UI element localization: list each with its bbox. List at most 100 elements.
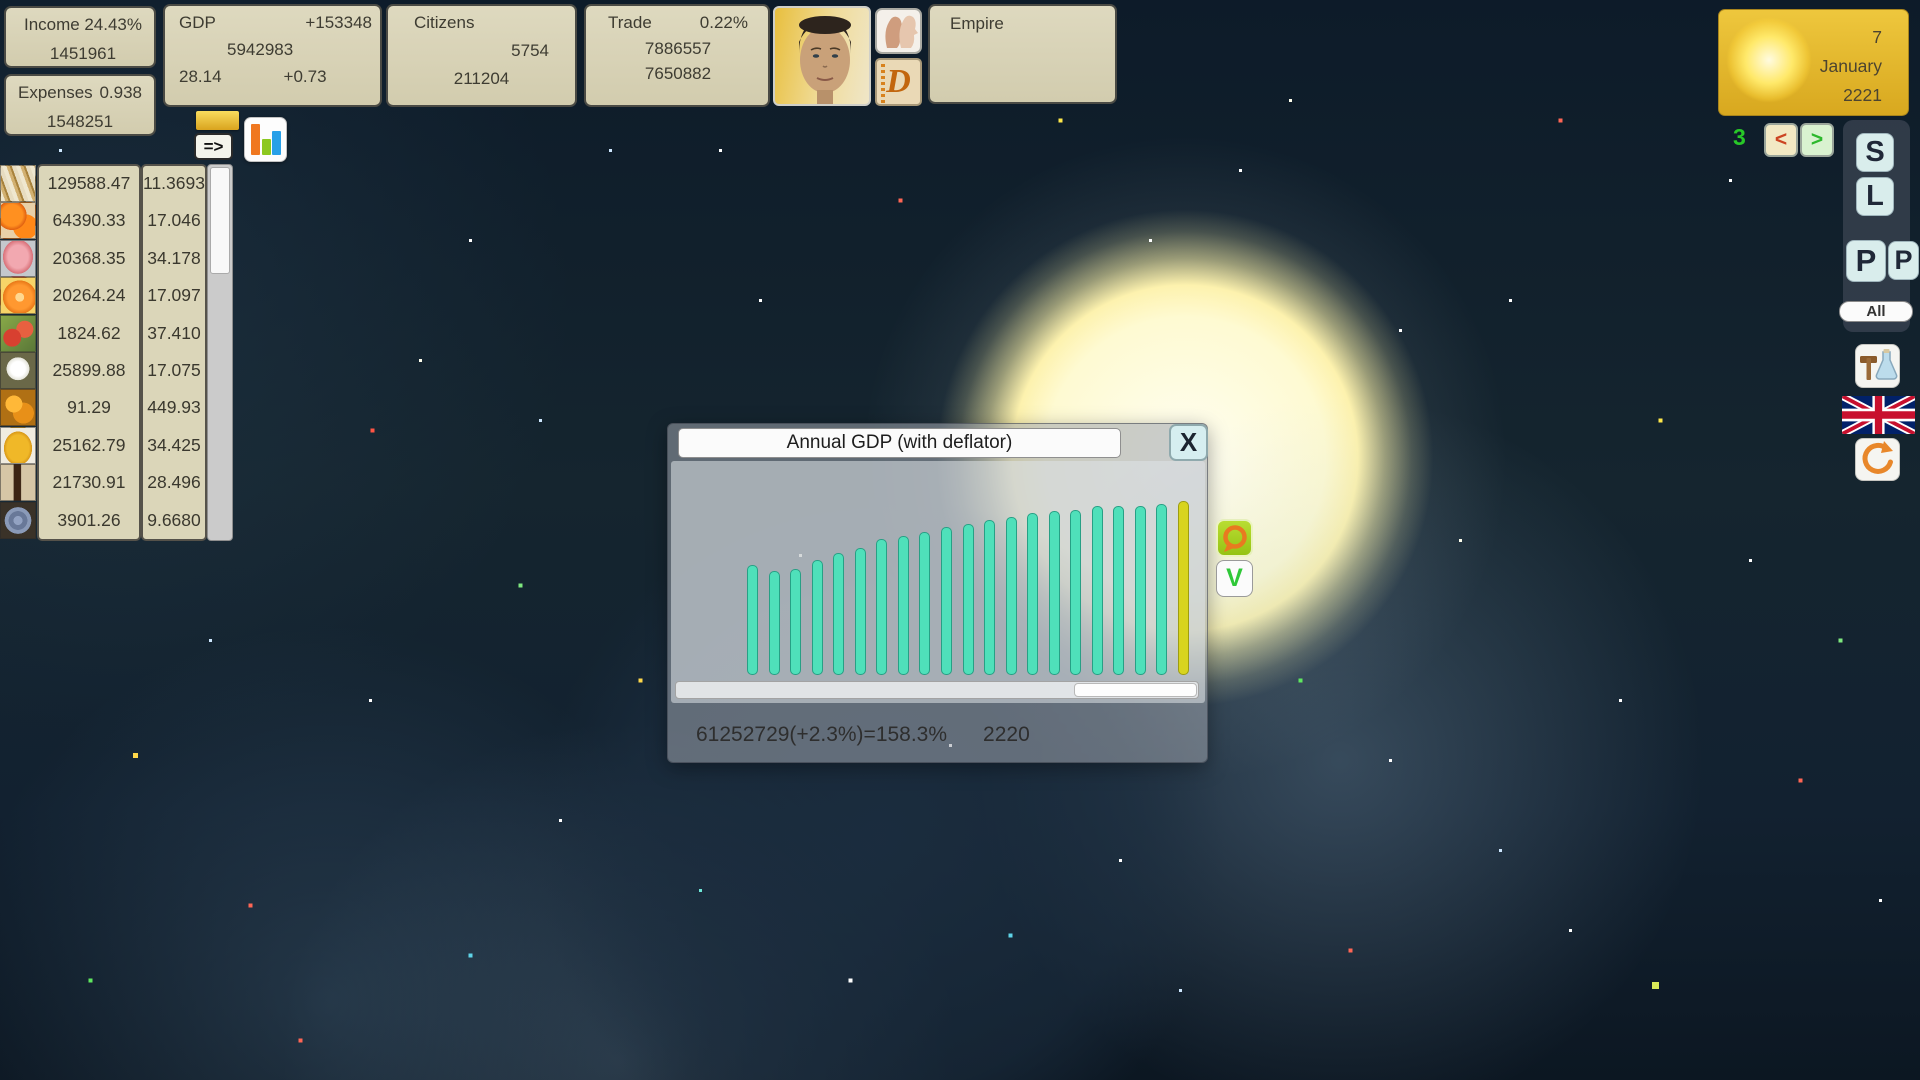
refresh-circular-arrow-icon (1856, 439, 1899, 480)
commodity-icon-cotton[interactable] (0, 352, 36, 389)
empire-label: Empire (950, 14, 1115, 34)
commodity-price: 17.075 (143, 352, 205, 389)
trade-value1: 7886557 (608, 39, 748, 59)
expenses-panel[interactable]: Expenses 0.938 1548251 (4, 74, 156, 136)
commodity-row[interactable]: 91.29449.93 (0, 389, 207, 426)
map-mode-p2-button[interactable]: P (1888, 241, 1919, 280)
commodity-quantity: 3901.26 (40, 502, 138, 539)
commodity-list-scrollbar[interactable] (207, 164, 233, 541)
commodity-icon-pottery[interactable] (0, 502, 36, 539)
commodity-row[interactable]: 3901.269.6680 (0, 502, 207, 539)
close-button[interactable]: X (1169, 424, 1208, 461)
commodity-row[interactable]: 64390.3317.046 (0, 202, 207, 239)
income-panel[interactable]: Income 24.43% 1451961 (4, 6, 156, 68)
statistics-chart-button[interactable] (244, 117, 287, 162)
commodity-icon-clothing[interactable] (0, 427, 36, 464)
gdp-chart-area (671, 461, 1205, 703)
speed-up-button[interactable]: > (1800, 123, 1834, 157)
gold-indicator-button[interactable] (196, 111, 239, 130)
commodity-quantity: 64390.33 (40, 202, 138, 239)
map-mode-s-button[interactable]: S (1856, 133, 1894, 172)
commodity-row[interactable]: 129588.4711.3693 (0, 165, 207, 202)
commodity-icon-orange-slices[interactable] (0, 277, 36, 314)
population-faces-button[interactable] (875, 8, 922, 54)
trade-label: Trade (608, 13, 652, 33)
cycle-chart-button[interactable] (1216, 519, 1253, 557)
citizens-panel[interactable]: Citizens 5754 211204 (386, 4, 577, 107)
commodity-row[interactable]: 1824.6237.410 (0, 315, 207, 352)
gdp-bar (941, 527, 952, 675)
commodity-quantity: 20264.24 (40, 277, 138, 314)
uk-flag-icon (1842, 396, 1915, 434)
gdp-status-text: 61252729(+2.3%)=158.3% (696, 723, 947, 747)
income-pct: 24.43% (84, 15, 142, 35)
orange-cycle-icon (1218, 521, 1251, 555)
hammer-flask-icon (1856, 345, 1899, 387)
gdp-bar (769, 571, 780, 675)
empire-panel[interactable]: Empire (928, 4, 1117, 104)
commodity-quantity: 21730.91 (40, 464, 138, 501)
commodity-price: 11.3693 (143, 165, 205, 202)
commodity-price: 34.178 (143, 240, 205, 277)
commodity-scrollbar-handle[interactable] (210, 167, 230, 274)
research-button[interactable] (1855, 344, 1900, 388)
commodity-row[interactable]: 25899.8817.075 (0, 352, 207, 389)
commodity-price: 449.93 (143, 389, 205, 426)
commodity-row[interactable]: 20368.3534.178 (0, 240, 207, 277)
starfield (0, 0, 1, 1)
d-letter-icon: D (886, 63, 911, 101)
date-year: 2221 (1820, 81, 1882, 110)
gdp-year-label: 2220 (983, 723, 1030, 747)
commodity-icon-amber[interactable] (0, 389, 36, 426)
transfer-button[interactable]: => (194, 133, 233, 160)
chart-scrollbar[interactable] (675, 681, 1199, 699)
citizens-secondary: 211204 (414, 69, 549, 89)
map-mode-all-button[interactable]: All (1839, 301, 1913, 322)
commodity-icon-wine[interactable] (0, 464, 36, 501)
commodity-row[interactable]: 21730.9128.496 (0, 464, 207, 501)
commodity-quantity: 25899.88 (40, 352, 138, 389)
commodity-icon-wheat[interactable] (0, 165, 36, 202)
dialog-title: Annual GDP (with deflator) (678, 428, 1121, 458)
gdp-bar (876, 539, 887, 675)
citizens-label: Citizens (414, 13, 549, 33)
refresh-button[interactable] (1855, 438, 1900, 481)
gdp-bar (833, 553, 844, 675)
gdp-panel[interactable]: GDP +153348 5942983 28.14 +0.73 (163, 4, 382, 107)
expenses-ratio: 0.938 (99, 83, 142, 103)
commodity-price: 34.425 (143, 427, 205, 464)
gdp-bar (855, 548, 866, 675)
citizens-count: 5754 (414, 41, 549, 61)
expenses-value: 1548251 (18, 112, 142, 132)
commodity-price: 17.046 (143, 202, 205, 239)
map-mode-l-button[interactable]: L (1856, 177, 1894, 216)
gdp-per-capita: 28.14 (179, 67, 222, 87)
trade-pct: 0.22% (700, 13, 748, 33)
values-toggle-button[interactable]: V (1216, 560, 1253, 597)
income-label: Income (24, 15, 80, 35)
leader-portrait[interactable] (773, 6, 871, 106)
trade-value2: 7650882 (608, 64, 748, 84)
game-speed-value: 3 (1733, 124, 1755, 151)
gdp-bar (812, 560, 823, 675)
date-panel: 7 January 2221 (1718, 9, 1909, 116)
commodity-quantity: 91.29 (40, 389, 138, 426)
speed-down-button[interactable]: < (1764, 123, 1798, 157)
diplomacy-button[interactable]: D (875, 58, 922, 106)
map-mode-p1-button[interactable]: P (1846, 240, 1886, 282)
gdp-label: GDP (179, 13, 216, 33)
commodity-row[interactable]: 25162.7934.425 (0, 427, 207, 464)
commodity-price: 28.496 (143, 464, 205, 501)
commodity-price: 9.6680 (143, 502, 205, 539)
chart-scrollbar-handle[interactable] (1074, 683, 1197, 697)
trade-panel[interactable]: Trade 0.22% 7886557 7650882 (584, 4, 770, 107)
commodity-icon-oranges[interactable] (0, 202, 36, 239)
commodity-row[interactable]: 20264.2417.097 (0, 277, 207, 314)
gdp-bar (790, 569, 801, 675)
commodity-icon-apples[interactable] (0, 315, 36, 352)
language-flag-button[interactable] (1842, 396, 1915, 434)
gdp-bar (1135, 506, 1146, 675)
income-value: 1451961 (24, 44, 142, 64)
commodity-quantity: 20368.35 (40, 240, 138, 277)
commodity-icon-meat[interactable] (0, 240, 36, 277)
